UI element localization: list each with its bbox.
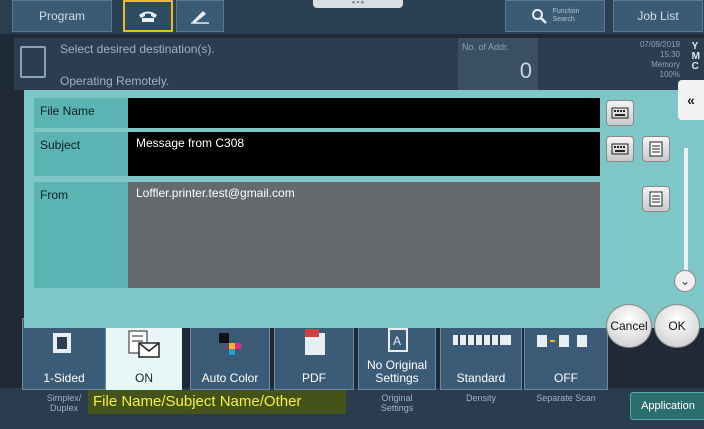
file-name-row: File Name bbox=[34, 98, 600, 128]
search-icon bbox=[531, 9, 547, 24]
density-sublabel: Density bbox=[465, 393, 496, 403]
from-list-button[interactable] bbox=[642, 186, 670, 212]
subject-row: Subject Message from C308 bbox=[34, 132, 600, 176]
original-settings-tile[interactable]: A No Original Settings bbox=[358, 318, 436, 390]
function-search-button[interactable]: Function Search bbox=[505, 0, 605, 32]
toner-indicator: Y M C bbox=[691, 41, 700, 72]
ok-button[interactable]: OK bbox=[654, 304, 700, 348]
keyboard-icon bbox=[611, 143, 629, 155]
keyboard-icon bbox=[611, 107, 629, 119]
from-field[interactable]: Loffler.printer.test@gmail.com bbox=[128, 182, 600, 288]
color-tile[interactable]: Auto Color bbox=[190, 318, 270, 390]
density-bar-icon bbox=[453, 335, 511, 345]
destination-icon bbox=[20, 46, 46, 78]
job-list-button[interactable]: Job List bbox=[613, 0, 703, 32]
subject-list-button[interactable] bbox=[642, 136, 670, 162]
cancel-button[interactable]: Cancel bbox=[606, 304, 652, 348]
pdf-label: PDF bbox=[302, 371, 326, 385]
subject-label-cell: Subject bbox=[34, 132, 128, 176]
dialog-scrollbar[interactable] bbox=[684, 148, 688, 278]
file-name-dialog: File Name Subject Message from C308 From… bbox=[24, 90, 704, 328]
file-name-label: File Name bbox=[40, 104, 95, 118]
pen-icon bbox=[191, 11, 209, 24]
status-message: Select desired destination(s). bbox=[60, 42, 215, 56]
from-label: From bbox=[40, 188, 68, 202]
subject-value: Message from C308 bbox=[136, 136, 245, 150]
chevron-down-icon: ⌄ bbox=[679, 274, 691, 288]
original-sublabel: Original Settings bbox=[380, 393, 414, 413]
date-time: 07/09/2019 15:30 Memory 100% bbox=[640, 40, 680, 80]
application-button[interactable]: Application bbox=[630, 392, 704, 420]
memory-label: Memory bbox=[651, 60, 680, 69]
simplex-label: 1-Sided bbox=[43, 371, 85, 385]
file-name-keyboard-button[interactable] bbox=[606, 100, 634, 126]
original-icon: A bbox=[388, 328, 408, 352]
top-bar: Program « ▪ » Function Search Job List bbox=[0, 0, 704, 34]
phone-icon bbox=[139, 11, 157, 22]
scan-mode-button[interactable] bbox=[176, 0, 224, 32]
subject-field[interactable]: Message from C308 bbox=[128, 132, 600, 176]
collapse-panel-button[interactable]: « bbox=[678, 80, 704, 120]
panel-handle[interactable]: « ▪ » bbox=[313, 0, 403, 8]
simplex-duplex-tile[interactable]: 1-Sided bbox=[22, 318, 106, 390]
subject-keyboard-button[interactable] bbox=[606, 136, 634, 162]
color-icon bbox=[219, 333, 241, 355]
file-name-field[interactable] bbox=[128, 98, 600, 128]
address-count-value: 0 bbox=[519, 58, 532, 83]
function-search-label: Function Search bbox=[552, 8, 580, 23]
svg-text:A: A bbox=[393, 334, 401, 348]
from-row: From Loffler.printer.test@gmail.com bbox=[34, 182, 600, 288]
list-icon bbox=[649, 191, 663, 207]
density-tile[interactable]: Standard bbox=[440, 318, 522, 390]
tile-tooltip: File Name/Subject Name/Other bbox=[88, 390, 346, 414]
original-settings-label: No Original Settings bbox=[366, 358, 428, 385]
density-label: Standard bbox=[456, 371, 506, 385]
scroll-down-button[interactable]: ⌄ bbox=[674, 270, 696, 292]
auto-color-label: Auto Color bbox=[201, 371, 259, 385]
collapse-arrow-icon: « bbox=[687, 92, 695, 108]
pdf-file-icon bbox=[305, 329, 325, 355]
list-icon bbox=[649, 141, 663, 157]
memory-value: 100% bbox=[659, 70, 680, 79]
from-label-cell: From bbox=[34, 182, 128, 288]
filename-on-label: ON bbox=[135, 371, 153, 385]
separate-scan-label: OFF bbox=[554, 371, 578, 385]
from-value: Loffler.printer.test@gmail.com bbox=[136, 186, 295, 200]
separate-scan-icon bbox=[537, 335, 587, 347]
file-name-label-cell: File Name bbox=[34, 98, 128, 128]
date-text: 07/09/2019 bbox=[639, 40, 680, 49]
address-count-label: No. of Addr. bbox=[462, 42, 510, 52]
separate-scan-tile[interactable]: OFF bbox=[524, 318, 608, 390]
mail-list-icon bbox=[128, 330, 160, 358]
status-area: Select desired destination(s). Operating… bbox=[14, 38, 704, 90]
address-count[interactable]: No. of Addr. 0 bbox=[458, 38, 538, 90]
separate-scan-sublabel: Separate Scan bbox=[536, 393, 596, 403]
file-type-tile[interactable]: PDF bbox=[274, 318, 354, 390]
one-sided-icon bbox=[53, 333, 71, 353]
program-button[interactable]: Program bbox=[12, 0, 112, 32]
time-text: 15:30 bbox=[659, 50, 680, 59]
filename-subject-tile[interactable]: ON bbox=[106, 318, 182, 390]
subject-label: Subject bbox=[40, 138, 81, 152]
fax-mode-button[interactable] bbox=[123, 0, 173, 32]
remote-status: Operating Remotely. bbox=[60, 74, 170, 88]
